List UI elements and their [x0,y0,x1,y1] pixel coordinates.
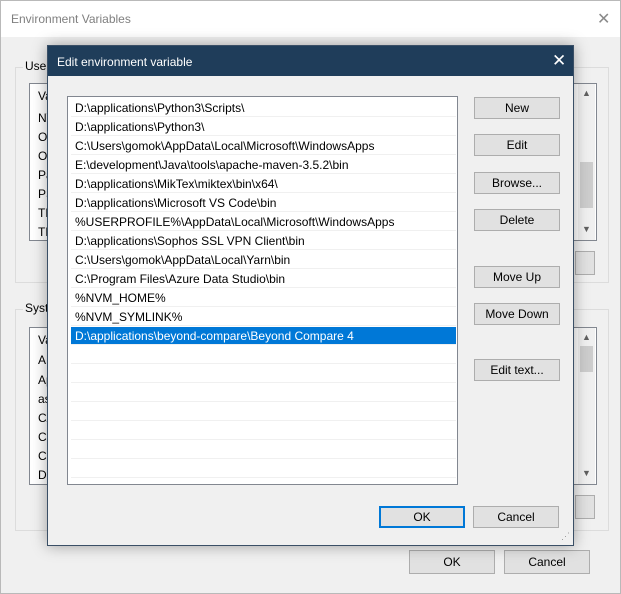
scroll-thumb[interactable] [580,346,593,372]
path-list-empty-row[interactable] [71,346,456,364]
bg-cancel-button[interactable]: Cancel [504,550,590,574]
dialog-title: Edit environment variable [57,55,193,69]
path-list-item[interactable]: C:\Users\gomok\AppData\Local\Yarn\bin [71,251,456,269]
browse-button[interactable]: Browse... [474,172,560,194]
path-list-empty-row[interactable] [71,365,456,383]
path-list-empty-row[interactable] [71,422,456,440]
path-list-item[interactable]: D:\applications\Sophos SSL VPN Client\bi… [71,232,456,250]
path-list-empty-row[interactable] [71,384,456,402]
bg-close-icon[interactable]: ✕ [597,9,610,29]
dialog-title-bar: Edit environment variable ✕ [48,46,573,76]
scroll-up-icon[interactable]: ▲ [582,332,591,342]
path-list-item[interactable]: D:\applications\Microsoft VS Code\bin [71,194,456,212]
path-list-item[interactable]: %NVM_HOME% [71,289,456,307]
move-down-button[interactable]: Move Down [474,303,560,325]
system-list-scrollbar[interactable]: ▲ ▼ [578,328,595,484]
cancel-button[interactable]: Cancel [473,506,559,528]
path-list-empty-row[interactable] [71,441,456,459]
edit-text-button[interactable]: Edit text... [474,359,560,381]
system-delete-button-partial[interactable] [575,495,595,519]
bg-ok-button[interactable]: OK [409,550,495,574]
path-list-item[interactable]: %USERPROFILE%\AppData\Local\Microsoft\Wi… [71,213,456,231]
path-list-item[interactable]: %NVM_SYMLINK% [71,308,456,326]
ok-button[interactable]: OK [379,506,465,528]
delete-button[interactable]: Delete [474,209,560,231]
path-list-empty-row[interactable] [71,403,456,421]
path-list-empty-row[interactable] [71,460,456,478]
path-list-item[interactable]: D:\applications\Python3\Scripts\ [71,99,456,117]
path-list-item[interactable]: D:\applications\Python3\ [71,118,456,136]
bg-title-bar: Environment Variables ✕ [1,1,620,37]
resize-grip-icon[interactable]: ⋰ [561,531,570,542]
path-list-item[interactable]: D:\applications\MikTex\miktex\bin\x64\ [71,175,456,193]
path-list-item[interactable]: E:\development\Java\tools\apache-maven-3… [71,156,456,174]
user-list-scrollbar[interactable]: ▲ ▼ [578,84,595,240]
scroll-down-icon[interactable]: ▼ [582,468,591,478]
path-list[interactable]: D:\applications\Python3\Scripts\ D:\appli… [67,96,458,485]
path-list-item[interactable]: C:\Program Files\Azure Data Studio\bin [71,270,456,288]
edit-environment-variable-dialog: Edit environment variable ✕ D:\applicati… [47,45,574,546]
move-up-button[interactable]: Move Up [474,266,560,288]
path-list-item[interactable]: C:\Users\gomok\AppData\Local\Microsoft\W… [71,137,456,155]
scroll-up-icon[interactable]: ▲ [582,88,591,98]
path-list-item[interactable]: D:\applications\beyond-compare\Beyond Co… [71,327,456,345]
bg-window-title: Environment Variables [11,12,131,26]
close-icon[interactable]: ✕ [552,51,566,71]
edit-button[interactable]: Edit [474,134,560,156]
scroll-down-icon[interactable]: ▼ [582,224,591,234]
scroll-thumb[interactable] [580,162,593,208]
user-delete-button-partial[interactable] [575,251,595,275]
new-button[interactable]: New [474,97,560,119]
